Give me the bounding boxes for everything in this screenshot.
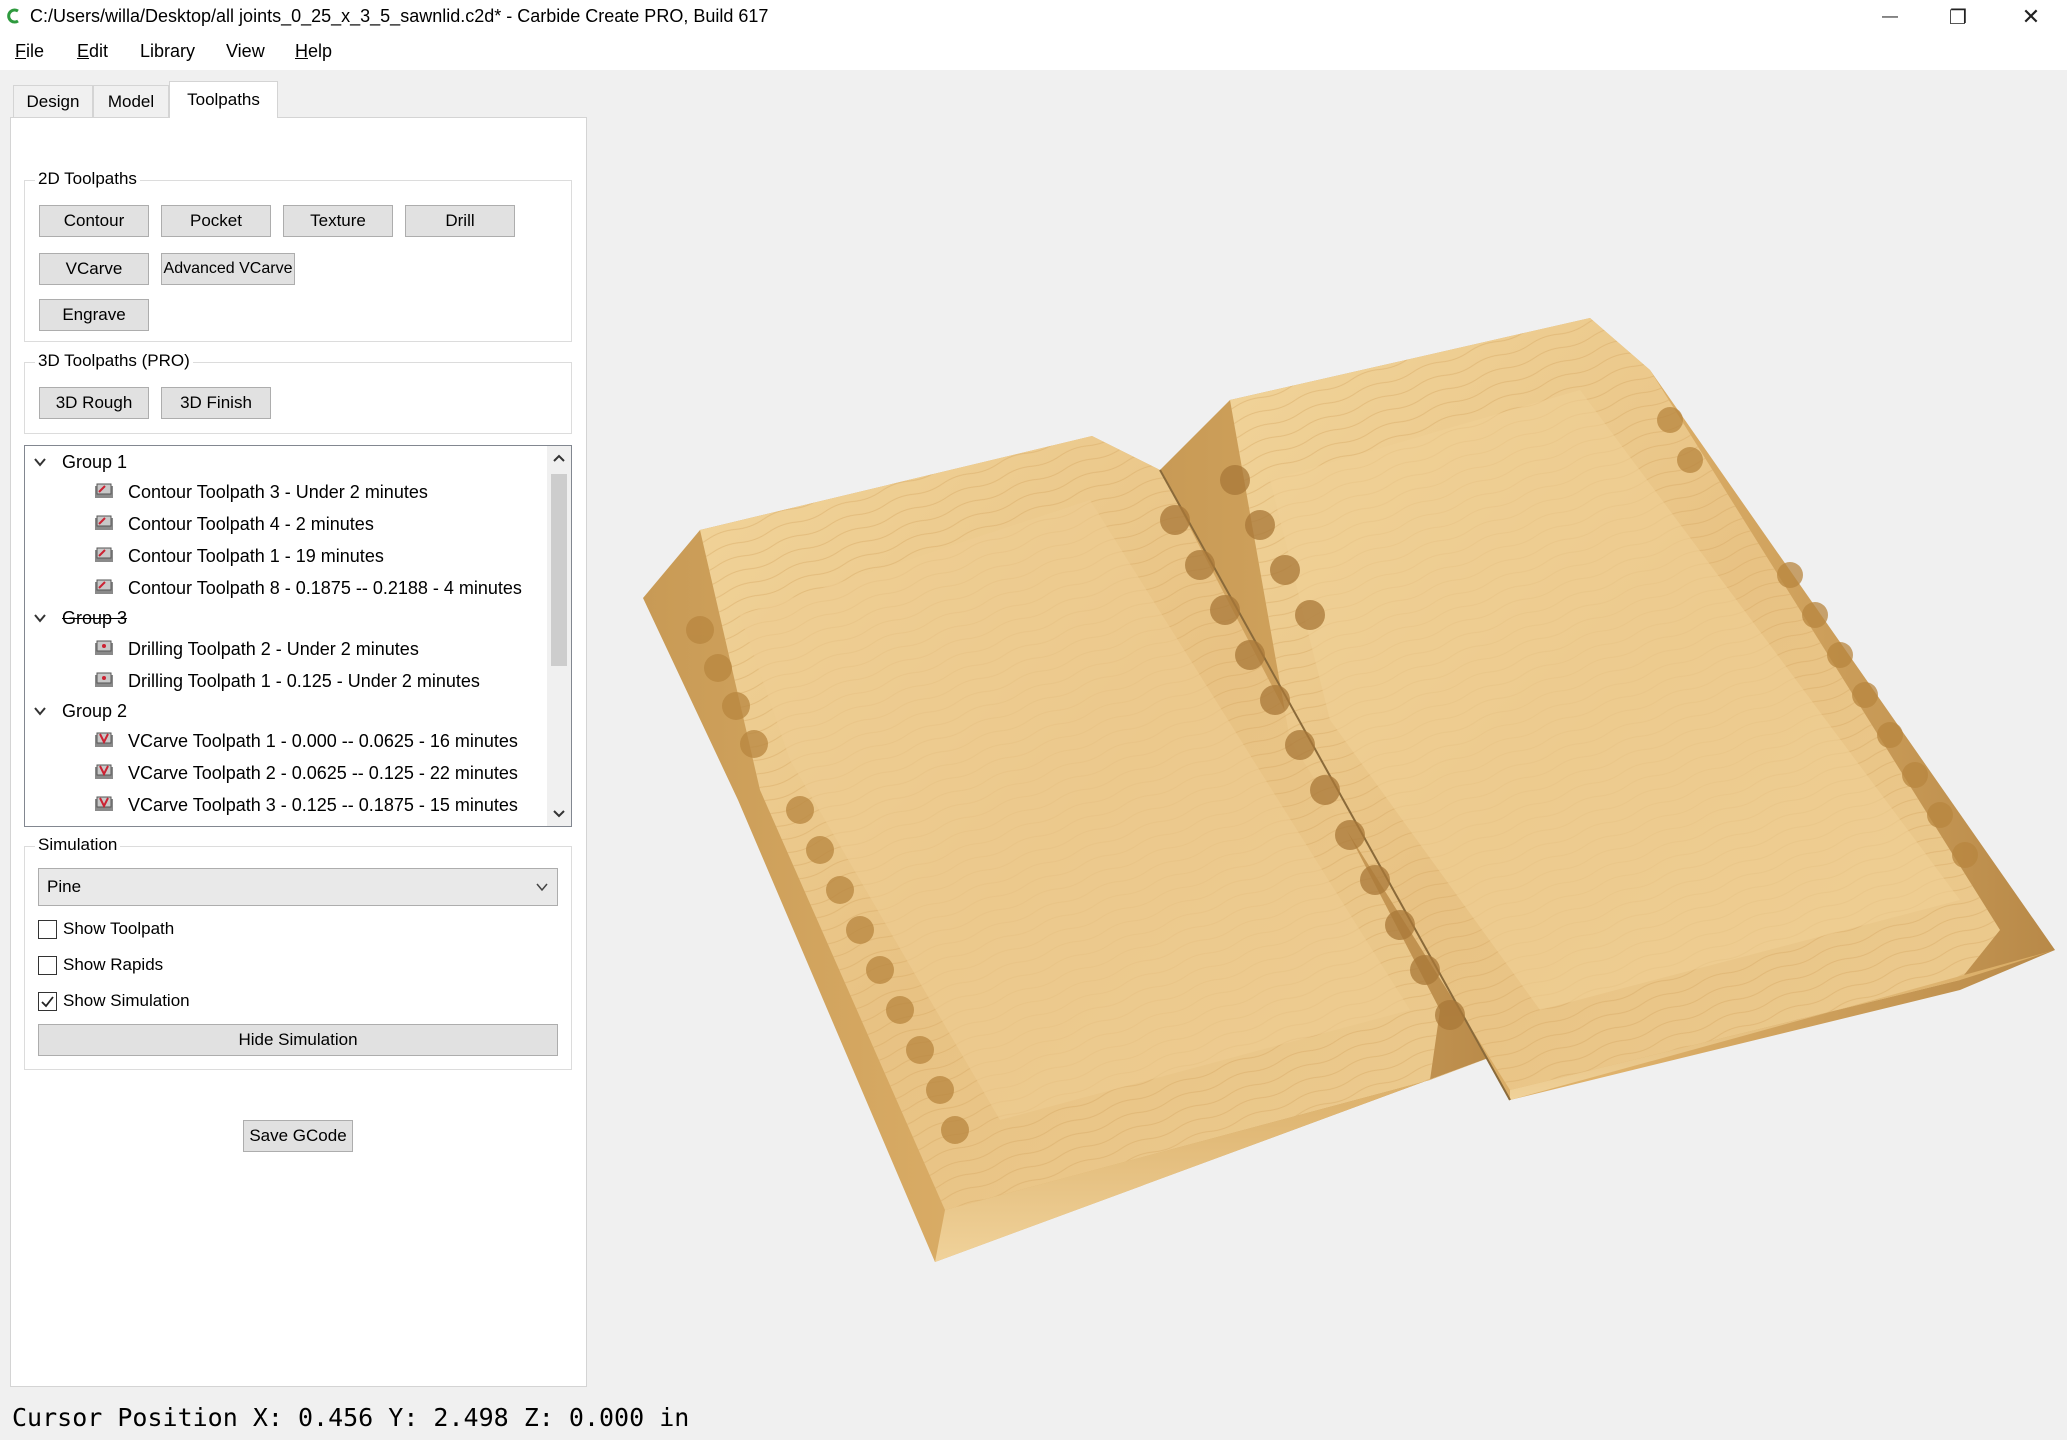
simulation-title: Simulation	[35, 835, 121, 855]
checkmark-icon	[41, 995, 54, 1007]
2d-toolpaths-title: 2D Toolpaths	[35, 169, 140, 189]
drill-button[interactable]: Drill	[405, 205, 515, 237]
tree-item-label: Contour Toolpath 4 - 2 minutes	[128, 513, 374, 534]
show-simulation-row[interactable]: Show Simulation	[38, 989, 190, 1013]
3d-viewport[interactable]	[588, 70, 2067, 1388]
close-icon: ✕	[2021, 4, 2041, 29]
restore-button[interactable]: ❐	[1925, 0, 1991, 34]
drill-toolpath-icon	[95, 672, 113, 687]
toolpath-icon	[95, 515, 113, 530]
tree-item-label: Contour Toolpath 8 - 0.1875 -- 0.2188 - …	[128, 577, 522, 598]
carbide-create-logo-icon	[7, 8, 19, 24]
tree-group-label: Group 2	[62, 700, 128, 721]
engrave-button[interactable]: Engrave	[39, 299, 149, 331]
toolpath-icon	[95, 483, 113, 498]
menu-library[interactable]: Library	[140, 41, 195, 62]
chevron-down-icon[interactable]	[33, 611, 47, 625]
tab-design[interactable]: Design	[13, 85, 93, 117]
toolpath-icon	[95, 547, 113, 562]
show-rapids-label: Show Rapids	[63, 955, 164, 974]
toolpath-tree[interactable]: Group 1 Contour Toolpath 3 - Under 2 min…	[24, 445, 572, 827]
chevron-down-icon[interactable]	[33, 704, 47, 718]
tab-toolpaths[interactable]: Toolpaths	[169, 81, 278, 118]
tree-item-label: Contour Toolpath 1 - 19 minutes	[128, 545, 384, 566]
tree-item[interactable]: Drilling Toolpath 1 - 0.125 - Under 2 mi…	[25, 666, 545, 696]
wood-simulation-render	[643, 318, 2055, 1262]
show-simulation-label: Show Simulation	[63, 991, 190, 1010]
scroll-down-button[interactable]	[547, 802, 571, 826]
3d-finish-button[interactable]: 3D Finish	[161, 387, 271, 419]
show-toolpath-checkbox[interactable]	[38, 919, 57, 939]
tree-group-3[interactable]: Group 3	[25, 603, 545, 633]
tree-item-label: Contour Toolpath 3 - Under 2 minutes	[128, 481, 428, 502]
show-toolpath-row[interactable]: Show Toolpath	[38, 917, 174, 941]
texture-button[interactable]: Texture	[283, 205, 393, 237]
drill-toolpath-icon	[95, 640, 113, 655]
tree-item[interactable]: VCarve Toolpath 2 - 0.0625 -- 0.125 - 22…	[25, 758, 545, 788]
menu-view[interactable]: View	[226, 41, 265, 62]
material-select-value: Pine	[47, 877, 82, 896]
contour-button[interactable]: Contour	[39, 205, 149, 237]
3d-toolpaths-title: 3D Toolpaths (PRO)	[35, 351, 193, 371]
vcarve-toolpath-icon	[95, 732, 113, 747]
tree-item[interactable]: VCarve Toolpath 3 - 0.125 -- 0.1875 - 15…	[25, 790, 545, 820]
show-simulation-checkbox[interactable]	[38, 991, 57, 1011]
vcarve-toolpath-icon	[95, 764, 113, 779]
tree-item[interactable]: Contour Toolpath 3 - Under 2 minutes	[25, 477, 545, 507]
tab-model[interactable]: Model	[93, 85, 169, 117]
3d-rough-button[interactable]: 3D Rough	[39, 387, 149, 419]
chevron-down-icon	[536, 883, 548, 892]
menu-file[interactable]: File	[15, 41, 44, 62]
tree-group-label: Group 1	[62, 451, 128, 472]
tree-item[interactable]: Contour Toolpath 1 - 19 minutes	[25, 541, 545, 571]
tree-item[interactable]: Drilling Toolpath 2 - Under 2 minutes	[25, 634, 545, 664]
vcarve-toolpath-icon	[95, 796, 113, 811]
tree-group-1[interactable]: Group 1	[25, 447, 545, 477]
window-title: C:/Users/willa/Desktop/all joints_0_25_x…	[30, 6, 769, 26]
toolpath-icon	[95, 579, 113, 594]
tree-item-label: VCarve Toolpath 3 - 0.125 -- 0.1875 - 15…	[128, 794, 518, 815]
chevron-up-icon	[553, 454, 565, 462]
scroll-thumb[interactable]	[551, 474, 567, 666]
save-gcode-button[interactable]: Save GCode	[243, 1120, 353, 1152]
restore-icon: ❐	[1949, 6, 1967, 29]
material-select[interactable]: Pine	[38, 868, 558, 906]
hide-simulation-button[interactable]: Hide Simulation	[38, 1024, 558, 1056]
show-rapids-row[interactable]: Show Rapids	[38, 953, 163, 977]
cursor-position-status: Cursor Position X: 0.456 Y: 2.498 Z: 0.0…	[12, 1403, 690, 1432]
chevron-down-icon	[553, 810, 565, 818]
tree-group-2[interactable]: Group 2	[25, 696, 545, 726]
tree-item[interactable]: Contour Toolpath 8 - 0.1875 -- 0.2188 - …	[25, 573, 545, 603]
show-toolpath-label: Show Toolpath	[63, 919, 175, 938]
tree-scrollbar[interactable]	[547, 446, 571, 826]
menu-edit[interactable]: Edit	[77, 41, 108, 62]
pocket-button[interactable]: Pocket	[161, 205, 271, 237]
vcarve-button[interactable]: VCarve	[39, 253, 149, 285]
title-bar: C:/Users/willa/Desktop/all joints_0_25_x…	[0, 0, 2067, 34]
menu-help[interactable]: Help	[295, 41, 332, 62]
tree-item-label: VCarve Toolpath 2 - 0.0625 -- 0.125 - 22…	[128, 762, 518, 783]
close-button[interactable]: ✕	[1998, 0, 2064, 34]
menu-bar: File Edit Library View Help	[0, 34, 2067, 70]
tree-item-label: Drilling Toolpath 1 - 0.125 - Under 2 mi…	[128, 670, 480, 691]
minimize-button[interactable]: —	[1857, 0, 1923, 34]
scroll-up-button[interactable]	[547, 446, 571, 470]
tree-item[interactable]: Contour Toolpath 4 - 2 minutes	[25, 509, 545, 539]
tree-group-label: Group 3	[62, 607, 128, 628]
tree-item-label: Drilling Toolpath 2 - Under 2 minutes	[128, 638, 419, 659]
chevron-down-icon[interactable]	[33, 455, 47, 469]
tree-item[interactable]: VCarve Toolpath 1 - 0.000 -- 0.0625 - 16…	[25, 726, 545, 756]
show-rapids-checkbox[interactable]	[38, 955, 57, 975]
tree-item-label: VCarve Toolpath 1 - 0.000 -- 0.0625 - 16…	[128, 730, 518, 751]
advanced-vcarve-button[interactable]: Advanced VCarve	[161, 253, 295, 285]
minimize-icon: —	[1882, 8, 1898, 25]
